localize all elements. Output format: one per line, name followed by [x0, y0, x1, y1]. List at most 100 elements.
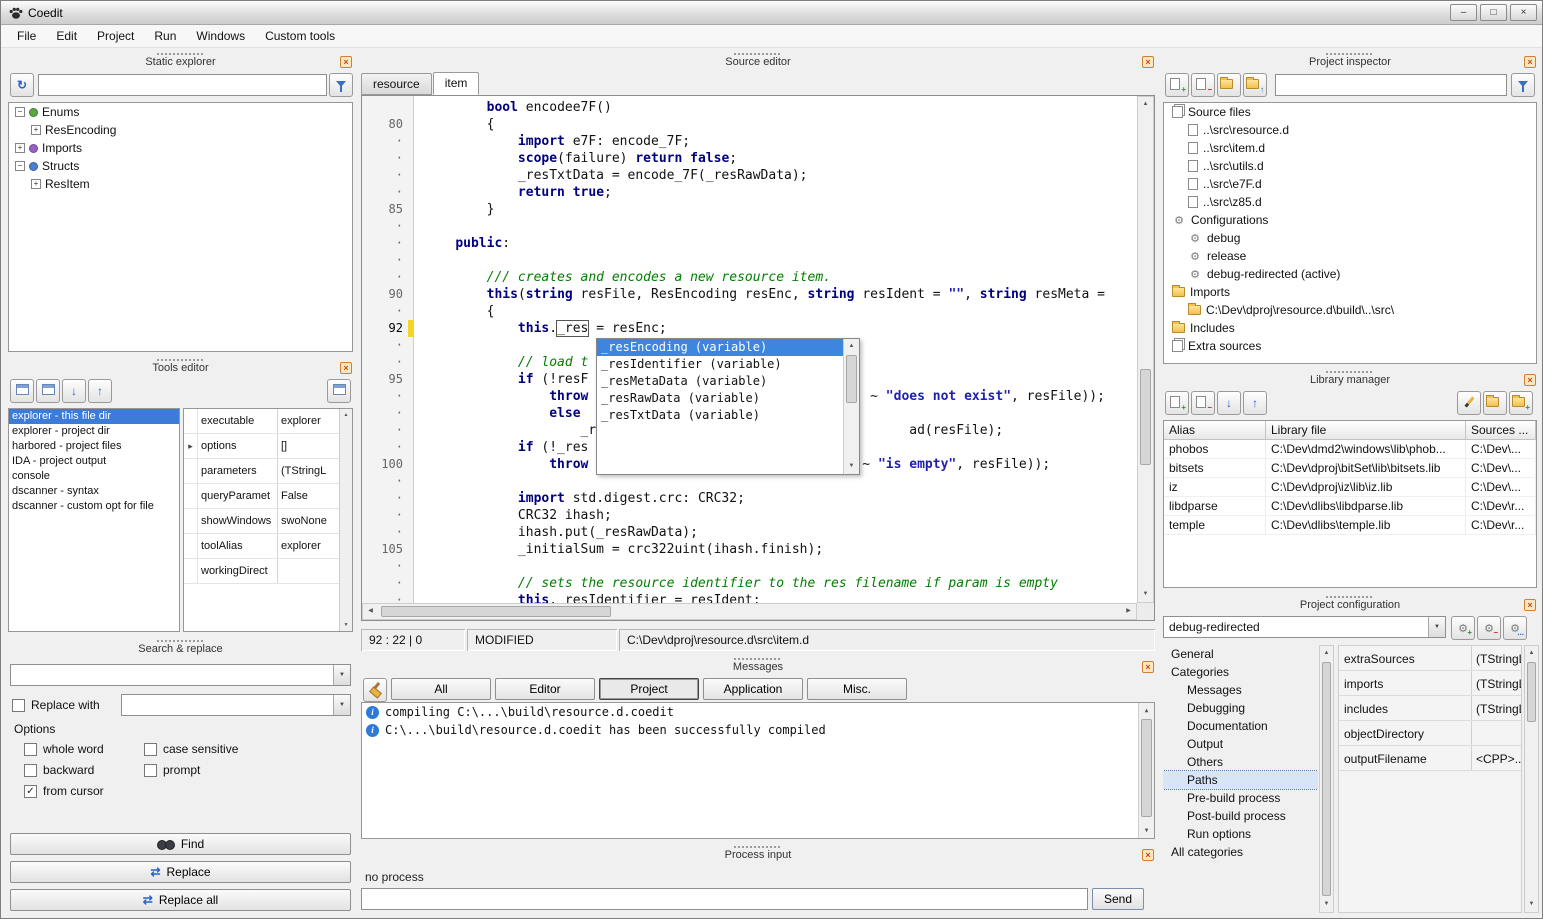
menu-item-edit[interactable]: Edit	[46, 25, 87, 47]
scroll-down-icon[interactable]: ▼	[1139, 823, 1154, 838]
tool-item-explorer-project-dir[interactable]: explorer - project dir	[9, 424, 179, 439]
gutter-line-number[interactable]: 100	[362, 456, 408, 473]
code-line[interactable]: · import std.digest.crc: CRC32;	[362, 490, 1137, 507]
process-input-header[interactable]: Process input ×	[359, 844, 1157, 864]
project-tree-item-src-item-d[interactable]: ..\src\item.d	[1164, 139, 1536, 157]
property-value[interactable]: explorer	[278, 534, 339, 558]
replace-term-combo[interactable]: ▼	[121, 694, 351, 716]
gutter-line-number[interactable]: 105	[362, 541, 408, 558]
project-configuration-header[interactable]: Project configuration ×	[1161, 594, 1539, 614]
code-line[interactable]: ·	[362, 252, 1137, 269]
checkbox-case-sensitive[interactable]: case sensitive	[144, 742, 304, 756]
replace-with-checkbox[interactable]: Replace with	[12, 698, 100, 712]
messages-filter-editor[interactable]: Editor	[495, 678, 595, 700]
code-line[interactable]: ·	[362, 473, 1137, 490]
code-line[interactable]: · scope(failure) return false;	[362, 150, 1137, 167]
close-panel-icon[interactable]: ×	[1142, 661, 1154, 673]
add-tool-button[interactable]	[10, 379, 34, 403]
close-panel-icon[interactable]: ×	[1524, 374, 1536, 386]
refresh-button[interactable]: ↻	[10, 73, 34, 97]
editor-vertical-scrollbar[interactable]: ▲ ▼	[1137, 96, 1154, 603]
project-inspector-header[interactable]: Project inspector ×	[1161, 51, 1539, 71]
category-run-options[interactable]: Run options	[1163, 825, 1318, 843]
project-tree-item-debug[interactable]: ⚙debug	[1164, 229, 1536, 247]
remove-library-button[interactable]: −	[1191, 391, 1215, 415]
completion-item[interactable]: _resTxtData (variable)	[597, 407, 843, 424]
tree-item-enums[interactable]: −Enums	[9, 103, 352, 121]
checkbox-whole-word[interactable]: whole word	[24, 742, 144, 756]
gutter-line-number[interactable]: ·	[362, 592, 408, 603]
completion-item[interactable]: _resEncoding (variable)	[597, 339, 843, 356]
gutter-line-number[interactable]: ·	[362, 473, 408, 490]
tool-item-explorer-this-file-dir[interactable]: explorer - this file dir	[9, 409, 179, 424]
editor-horizontal-scrollbar[interactable]: ◀ ▶	[362, 603, 1137, 620]
replace-button[interactable]: ⇄Replace	[10, 861, 351, 883]
add-source-button[interactable]: +	[1165, 73, 1189, 97]
category-general[interactable]: General	[1163, 645, 1318, 663]
category-debugging[interactable]: Debugging	[1163, 699, 1318, 717]
open-folder-button[interactable]: ↑	[1243, 73, 1267, 97]
scroll-down-icon[interactable]: ▼	[1320, 897, 1333, 912]
gutter-line-number[interactable]: ·	[362, 354, 408, 371]
category-output[interactable]: Output	[1163, 735, 1318, 753]
code-line[interactable]: · public:	[362, 235, 1137, 252]
project-tree-item-includes[interactable]: Includes	[1164, 319, 1536, 337]
open-library-button[interactable]	[1483, 391, 1507, 415]
execute-tool-button[interactable]	[327, 379, 351, 403]
config-property-row[interactable]: outputFilename<CPP>..\	[1339, 746, 1521, 771]
code-line[interactable]: · CRC32 ihash;	[362, 507, 1137, 524]
move-tool-up-button[interactable]: ↑	[88, 379, 112, 403]
maximize-icon[interactable]: □	[1480, 4, 1507, 21]
menu-item-windows[interactable]: Windows	[186, 25, 255, 47]
gutter-line-number[interactable]: ·	[362, 575, 408, 592]
gutter-line-number[interactable]: ·	[362, 558, 408, 575]
gutter-line-number[interactable]: ·	[362, 252, 408, 269]
dock-grip[interactable]	[1326, 596, 1374, 598]
project-tree-item-release[interactable]: ⚙release	[1164, 247, 1536, 265]
tool-item-harbored-project-files[interactable]: harbored - project files	[9, 439, 179, 454]
completion-item[interactable]: _resRawData (variable)	[597, 390, 843, 407]
tool-item-dscanner-syntax[interactable]: dscanner - syntax	[9, 484, 179, 499]
scroll-left-icon[interactable]: ◀	[363, 604, 378, 619]
expand-icon[interactable]: +	[15, 143, 25, 153]
code-line[interactable]: · _resTxtData = encode_7F(_resRawData);	[362, 167, 1137, 184]
remove-source-button[interactable]: −	[1191, 73, 1215, 97]
message-item[interactable]: iC:\...\build\resource.d.coedit has been…	[362, 721, 1154, 739]
tool-property-row[interactable]: showWindowsswoNone	[184, 509, 339, 534]
gutter-line-number[interactable]: ·	[362, 133, 408, 150]
code-line[interactable]: ·	[362, 558, 1137, 575]
menu-item-run[interactable]: Run	[144, 25, 186, 47]
project-tree-item-debug-redirected-active[interactable]: ⚙debug-redirected (active)	[1164, 265, 1536, 283]
dock-grip[interactable]	[734, 658, 782, 660]
category-post-build-process[interactable]: Post-build process	[1163, 807, 1318, 825]
property-value[interactable]: False	[278, 484, 339, 508]
gutter-line-number[interactable]: ·	[362, 507, 408, 524]
gutter-line-number[interactable]: ·	[362, 218, 408, 235]
gutter-line-number[interactable]: ·	[362, 235, 408, 252]
add-folder-button[interactable]	[1217, 73, 1241, 97]
completion-item[interactable]: _resMetaData (variable)	[597, 373, 843, 390]
tool-item-dscanner-custom-opt-for-file[interactable]: dscanner - custom opt for file	[9, 499, 179, 514]
property-value[interactable]: swoNone	[278, 509, 339, 533]
scroll-right-icon[interactable]: ▶	[1121, 604, 1136, 619]
project-tree-item-src-e7f-d[interactable]: ..\src\e7F.d	[1164, 175, 1536, 193]
code-line[interactable]: 80 {	[362, 116, 1137, 133]
gutter-line-number[interactable]: ·	[362, 167, 408, 184]
code-line[interactable]: · import e7F: encode_7F;	[362, 133, 1137, 150]
gutter-line-number[interactable]: ·	[362, 150, 408, 167]
message-item[interactable]: icompiling C:\...\build\resource.d.coedi…	[362, 703, 1154, 721]
chevron-down-icon[interactable]: ▼	[333, 665, 350, 685]
send-button[interactable]: Send	[1092, 888, 1144, 910]
menu-item-project[interactable]: Project	[87, 25, 144, 47]
clear-messages-button[interactable]	[363, 678, 387, 702]
filter-button[interactable]	[1511, 73, 1535, 97]
gutter-line-number[interactable]: ·	[362, 422, 408, 439]
tool-property-row[interactable]: queryParametFalse	[184, 484, 339, 509]
scroll-up-icon[interactable]: ▲	[1139, 703, 1154, 718]
completion-scrollbar[interactable]: ▲ ▼	[843, 339, 859, 474]
search-term-combo[interactable]: ▼	[10, 664, 351, 686]
table-row[interactable]: libdparseC:\Dev\dlibs\libdparse.libC:\De…	[1164, 497, 1536, 516]
messages-filter-all[interactable]: All	[391, 678, 491, 700]
move-library-up-button[interactable]: ↑	[1243, 391, 1267, 415]
gutter-line-number[interactable]	[362, 99, 408, 116]
